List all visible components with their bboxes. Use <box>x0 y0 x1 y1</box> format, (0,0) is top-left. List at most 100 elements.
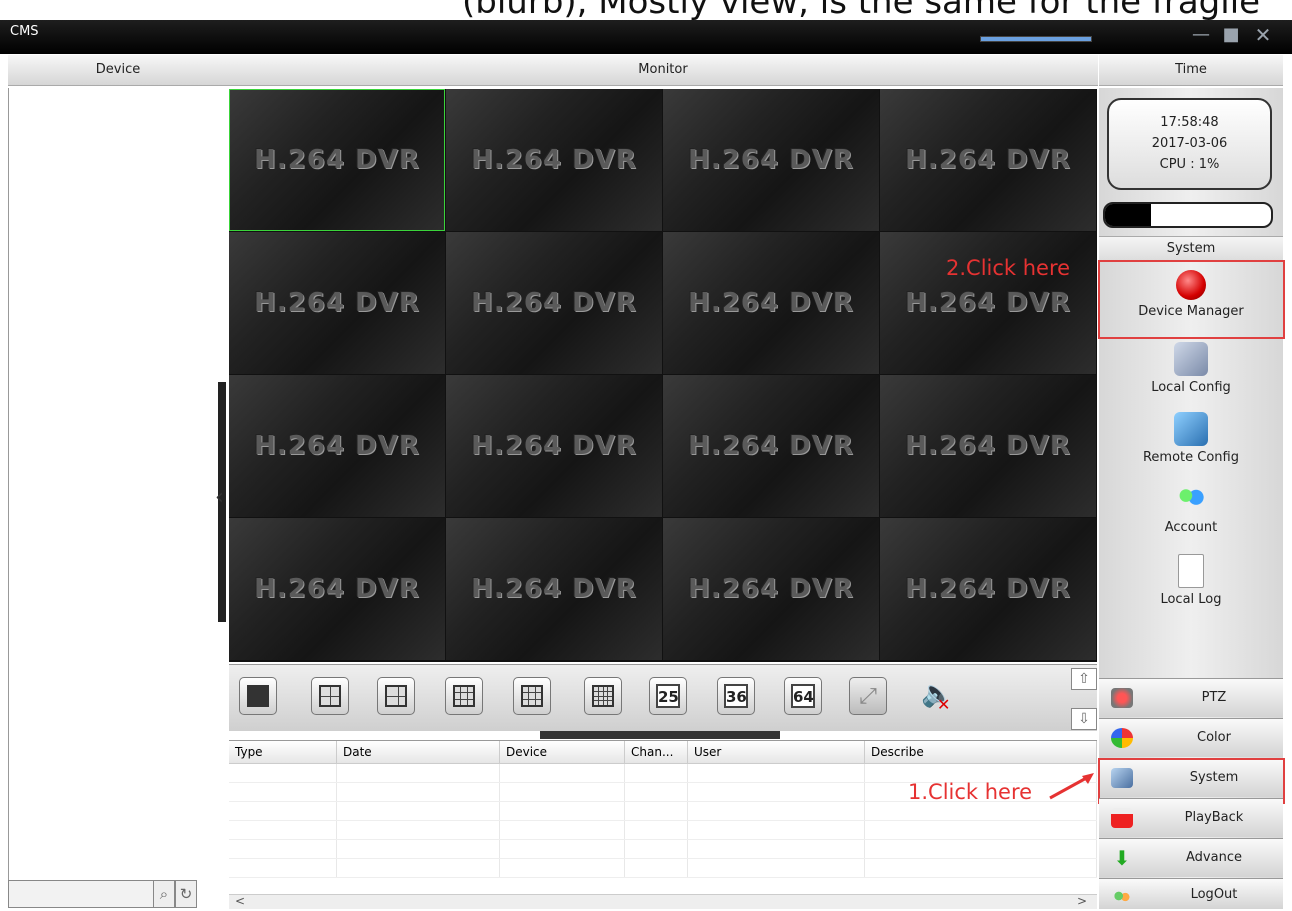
video-cell[interactable]: H.264 DVR <box>446 375 662 517</box>
video-label: H.264 DVR <box>905 574 1071 604</box>
video-label: H.264 DVR <box>688 288 854 318</box>
video-cell[interactable]: H.264 DVR <box>880 232 1096 374</box>
menu-color-label: Color <box>1197 730 1231 745</box>
clock-display: 17:58:48 2017-03-06 CPU : 1% <box>1107 98 1272 190</box>
menu-advance[interactable]: ⬇ Advance <box>1099 838 1283 877</box>
col-user[interactable]: User <box>687 741 865 764</box>
account-label: Account <box>1164 520 1218 535</box>
video-cell[interactable]: H.264 DVR <box>229 375 445 517</box>
video-cell[interactable]: H.264 DVR <box>663 375 879 517</box>
system-panel-heading: System <box>1099 236 1283 261</box>
menu-logout-label: LogOut <box>1190 887 1238 902</box>
fullscreen-icon: ⤢ <box>859 683 877 709</box>
col-describe[interactable]: Describe <box>864 741 1097 764</box>
layout-64-label: 64 <box>791 684 815 708</box>
playback-icon <box>1111 808 1133 828</box>
layout-9-button[interactable] <box>445 677 483 715</box>
layout-4-icon <box>319 685 341 707</box>
layout-6-button[interactable] <box>377 677 415 715</box>
col-date[interactable]: Date <box>336 741 500 764</box>
device-tree-panel[interactable] <box>8 88 219 908</box>
remote-config-label: Remote Config <box>1142 450 1239 465</box>
video-label: H.264 DVR <box>905 145 1071 175</box>
clock-time: 17:58:48 <box>1160 115 1219 130</box>
layout-1-button[interactable] <box>239 677 277 715</box>
layout-25-label: 25 <box>656 684 680 708</box>
local-log-label: Local Log <box>1160 592 1222 607</box>
video-label: H.264 DVR <box>471 288 637 318</box>
maximize-button[interactable]: ■ <box>1218 23 1244 47</box>
menu-ptz-label: PTZ <box>1201 690 1227 705</box>
layout-25-button[interactable]: 25 <box>649 677 687 715</box>
video-label: H.264 DVR <box>254 574 420 604</box>
minimize-button[interactable]: — <box>1188 23 1214 47</box>
app-title: CMS <box>10 24 39 39</box>
refresh-icon[interactable]: ↻ <box>175 880 197 908</box>
video-cell[interactable]: H.264 DVR <box>880 518 1096 660</box>
table-row[interactable] <box>229 858 1097 878</box>
table-row[interactable] <box>229 839 1097 859</box>
account-button[interactable]: Account <box>1099 482 1283 535</box>
color-icon <box>1111 728 1133 748</box>
layout-16-icon <box>592 685 614 707</box>
scroll-left-icon[interactable]: < <box>235 894 245 908</box>
col-type[interactable]: Type <box>229 741 337 764</box>
device-search-input[interactable] <box>8 880 154 908</box>
scroll-right-icon[interactable]: > <box>1077 894 1087 908</box>
search-icon[interactable]: ⌕ <box>153 880 175 908</box>
video-label: H.264 DVR <box>905 288 1071 318</box>
video-label: H.264 DVR <box>688 145 854 175</box>
panel-divider-handle[interactable] <box>540 731 780 739</box>
layout-4-button[interactable] <box>311 677 349 715</box>
progress-bar <box>1103 202 1273 228</box>
volume-slider[interactable] <box>980 36 1092 42</box>
video-cell[interactable]: H.264 DVR <box>663 89 879 231</box>
menu-playback[interactable]: PlayBack <box>1099 798 1283 837</box>
scroll-up-icon[interactable]: ⇧ <box>1071 668 1097 690</box>
menu-ptz[interactable]: PTZ <box>1099 678 1283 717</box>
clock-date: 2017-03-06 <box>1151 136 1228 151</box>
horizontal-scrollbar[interactable]: < > <box>229 894 1097 909</box>
annotation-step1: 1.Click here <box>908 780 1033 804</box>
video-cell[interactable]: H.264 DVR <box>229 89 445 231</box>
video-cell[interactable]: H.264 DVR <box>880 89 1096 231</box>
table-row[interactable] <box>229 820 1097 840</box>
video-cell[interactable]: H.264 DVR <box>446 518 662 660</box>
video-cell[interactable]: H.264 DVR <box>880 375 1096 517</box>
close-button[interactable]: ✕ <box>1250 23 1276 47</box>
menu-color[interactable]: Color <box>1099 718 1283 757</box>
col-device[interactable]: Device <box>499 741 625 764</box>
annotation-step2: 2.Click here <box>946 256 1071 280</box>
video-cell[interactable]: H.264 DVR <box>229 232 445 374</box>
annotation-arrow <box>1049 773 1094 800</box>
layout-36-button[interactable]: 36 <box>717 677 755 715</box>
top-caption-strip: (blurb), Mostly view, is the same for th… <box>0 0 1292 20</box>
col-channel[interactable]: Chan... <box>624 741 688 764</box>
video-cell[interactable]: H.264 DVR <box>663 518 879 660</box>
video-label: H.264 DVR <box>471 574 637 604</box>
local-config-icon <box>1174 342 1208 376</box>
table-row[interactable] <box>229 801 1097 821</box>
monitor-header: Monitor <box>228 55 1098 86</box>
remote-config-button[interactable]: Remote Config <box>1099 412 1283 465</box>
video-label: H.264 DVR <box>688 574 854 604</box>
layout-16-button[interactable] <box>584 677 622 715</box>
video-cell[interactable]: H.264 DVR <box>446 89 662 231</box>
video-cell[interactable]: H.264 DVR <box>663 232 879 374</box>
video-label: H.264 DVR <box>254 288 420 318</box>
video-cell[interactable]: H.264 DVR <box>229 518 445 660</box>
collapse-arrow-icon[interactable]: ‹ <box>215 485 224 510</box>
menu-logout[interactable]: LogOut <box>1099 878 1283 909</box>
layout-64-button[interactable]: 64 <box>784 677 822 715</box>
advance-icon: ⬇ <box>1113 846 1131 870</box>
top-caption: (blurb), Mostly view, is the same for th… <box>462 0 1261 20</box>
layout-13-button[interactable] <box>513 677 551 715</box>
menu-advance-label: Advance <box>1186 850 1242 865</box>
mute-icon: ✕ <box>937 695 951 714</box>
logout-icon <box>1111 888 1133 908</box>
video-cell[interactable]: H.264 DVR <box>446 232 662 374</box>
scroll-down-icon[interactable]: ⇩ <box>1071 708 1097 730</box>
local-log-button[interactable]: Local Log <box>1099 554 1283 607</box>
fullscreen-button[interactable]: ⤢ <box>849 677 887 715</box>
local-config-button[interactable]: Local Config <box>1099 342 1283 395</box>
